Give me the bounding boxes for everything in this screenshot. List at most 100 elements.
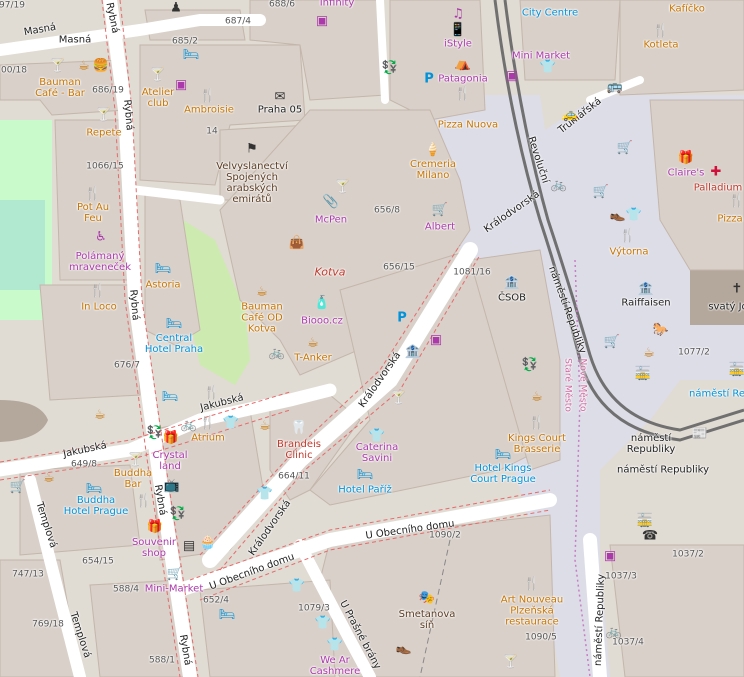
phone-icon[interactable]: 📱: [450, 24, 466, 37]
poi-polamany[interactable]: Polámaný mraveneček: [69, 251, 131, 273]
restaurant-icon[interactable]: 🍴: [729, 195, 744, 208]
poi-central-hotel[interactable]: Central Hotel Praha: [145, 333, 203, 355]
bar-icon[interactable]: 🍸: [96, 109, 112, 122]
restaurant-icon[interactable]: 🍴: [524, 578, 540, 591]
map-view[interactable]: Masná Masná Rybná Rybná Rybná Rybná Rybn…: [0, 0, 744, 677]
supermarket-icon[interactable]: 🛒: [10, 481, 26, 494]
poi-repete[interactable]: Repete: [86, 128, 121, 139]
post-office-icon[interactable]: ✉: [275, 91, 286, 104]
cosmetics-icon[interactable]: 🧴: [314, 297, 330, 310]
bar-icon[interactable]: 🍸: [50, 60, 66, 73]
poi-albert[interactable]: Albert: [425, 222, 455, 233]
currency-exchange-icon[interactable]: 💱: [382, 62, 398, 75]
poi-kotva[interactable]: Kotva: [314, 267, 345, 278]
bank-icon[interactable]: 🏦: [638, 283, 654, 296]
poi-we-ar[interactable]: We Ar Cashmere: [310, 655, 361, 677]
bicycle-parking-icon[interactable]: 🚲: [269, 347, 285, 360]
poi-in-loco[interactable]: In Loco: [81, 302, 117, 313]
poi-bauman-cafe-od[interactable]: Bauman Café OD Kotva: [241, 302, 283, 335]
theatre-icon[interactable]: 🎭: [419, 592, 435, 605]
shop-icon[interactable]: ▣: [506, 70, 518, 83]
atm-icon[interactable]: ▤: [183, 540, 195, 553]
poi-art-nouveau[interactable]: Art Nouveau Plzeňská restaurace: [501, 595, 564, 628]
poi-buddha-hotel[interactable]: Buddha Hotel Prague: [64, 495, 129, 517]
poi-kotleta[interactable]: Kotleta: [643, 40, 678, 51]
fast-food-icon[interactable]: 🍔: [93, 60, 109, 73]
restaurant-icon[interactable]: 🍴: [653, 25, 669, 38]
church-icon[interactable]: ✝: [732, 283, 743, 296]
bar-icon[interactable]: 🍸: [391, 392, 407, 405]
bakery-icon[interactable]: 🧁: [200, 537, 216, 550]
bar-icon[interactable]: 🍸: [335, 181, 351, 194]
bank-icon[interactable]: 🏦: [504, 277, 520, 290]
poi-pizza-nuova[interactable]: Pizza Nuova: [438, 120, 498, 131]
bicycle-icon[interactable]: 🚲: [181, 419, 197, 432]
restaurant-icon[interactable]: 🍴: [204, 387, 220, 400]
phone-icon[interactable]: ☎: [642, 530, 658, 543]
hotel-icon[interactable]: 🛏: [219, 609, 236, 622]
poi-atelier-club[interactable]: Atelier club: [142, 87, 175, 109]
poi-palladium[interactable]: Palladium: [694, 183, 743, 194]
currency-exchange-icon[interactable]: 💱: [522, 359, 538, 372]
clothes-icon[interactable]: 👕: [626, 209, 642, 222]
hotel-icon[interactable]: 🛏: [166, 318, 183, 331]
shoes-icon[interactable]: 👞: [396, 642, 412, 655]
poi-souvenir[interactable]: Souvenir shop: [132, 537, 176, 559]
poi-crystal[interactable]: Crystal land: [152, 450, 187, 472]
bicycle-parking-icon[interactable]: 🚲: [551, 179, 567, 192]
poi-mini-market-2[interactable]: Mini-Market: [145, 584, 204, 595]
dentist-icon[interactable]: 🦷: [291, 422, 307, 435]
restaurant-icon[interactable]: 🍴: [136, 495, 152, 508]
poi-velvyslanectvi[interactable]: Velvyslanectví Spojených arabských emirá…: [216, 161, 288, 205]
poi-hotel-pariz[interactable]: Hotel Paříž: [338, 485, 392, 496]
supermarket-icon[interactable]: 🛒: [432, 204, 448, 217]
poi-csob[interactable]: ČSOB: [498, 293, 526, 304]
poi-vytorna[interactable]: Výtorna: [610, 247, 649, 258]
poi-ambroisie[interactable]: Ambroisie: [184, 105, 234, 116]
restaurant-icon[interactable]: 🍴: [455, 88, 471, 101]
gift-icon[interactable]: 🎁: [163, 432, 179, 445]
toys-icon[interactable]: 🐎: [653, 324, 669, 337]
currency-exchange-icon[interactable]: 💱: [170, 508, 186, 521]
restaurant-icon[interactable]: 🍴: [200, 417, 216, 430]
poi-buddha-bar[interactable]: Buddha Bar: [114, 468, 152, 490]
cafe-icon[interactable]: ☕: [43, 472, 55, 485]
cafe-icon[interactable]: ☕: [531, 391, 543, 404]
parking-icon[interactable]: P: [424, 73, 434, 86]
wheelchair-icon[interactable]: ♿: [95, 231, 107, 244]
tram-stop-icon[interactable]: 🚋: [729, 364, 744, 377]
poi-biooo[interactable]: Biooo.cz: [301, 316, 343, 327]
poi-kaficko[interactable]: Kafíčko: [669, 4, 705, 15]
restaurant-icon[interactable]: 🍴: [200, 90, 216, 103]
taxi-icon[interactable]: 🚕: [562, 109, 578, 122]
gift-icon[interactable]: 🎁: [678, 152, 694, 165]
clothes-icon[interactable]: 👕: [223, 417, 239, 430]
tv-shop-icon[interactable]: 📺: [164, 480, 180, 493]
hotel-icon[interactable]: 🛏: [162, 391, 179, 404]
hotel-icon[interactable]: 🛏: [495, 449, 512, 462]
shop-icon[interactable]: ▣: [430, 334, 442, 347]
poi-praha05[interactable]: Praha 05: [258, 105, 302, 116]
supermarket-icon[interactable]: 🛒: [617, 142, 633, 155]
embassy-icon[interactable]: ⚑: [246, 143, 258, 156]
shop-icon[interactable]: 👜: [289, 237, 305, 250]
clothes-icon[interactable]: 👕: [540, 61, 556, 74]
hotel-icon[interactable]: 🛏: [86, 483, 103, 496]
poi-svaty[interactable]: svatý Jo: [708, 302, 744, 313]
hotel-icon[interactable]: 🛏: [357, 469, 374, 482]
poi-mcpen[interactable]: McPen: [315, 215, 347, 226]
bus-stop-icon[interactable]: 🚌: [607, 81, 623, 94]
poi-astoria[interactable]: Astoria: [145, 280, 180, 291]
poi-raiffeisen[interactable]: Raiffaisen: [621, 298, 670, 309]
cafe-icon[interactable]: ☕: [94, 409, 106, 422]
outdoor-shop-icon[interactable]: ⛺: [455, 58, 471, 71]
poi-patagonia[interactable]: Patagonia: [438, 74, 487, 85]
bank-icon[interactable]: 🏦: [405, 346, 421, 359]
music-icon[interactable]: ♫: [452, 8, 464, 21]
clothes-icon[interactable]: 👕: [369, 430, 385, 443]
bar-icon[interactable]: 🍸: [150, 69, 166, 82]
bar-icon[interactable]: 🍸: [503, 656, 519, 669]
gift-icon[interactable]: 🎁: [147, 521, 163, 534]
restaurant-icon[interactable]: 🍴: [90, 285, 106, 298]
hotel-icon[interactable]: 🛏: [155, 263, 172, 276]
